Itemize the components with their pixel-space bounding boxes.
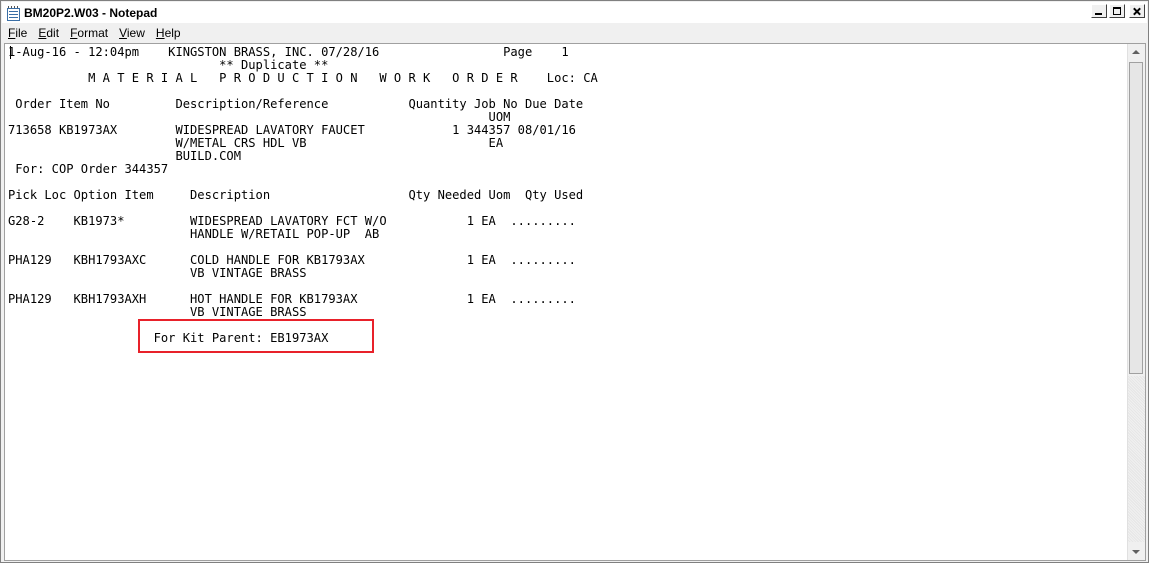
menu-view-accel: V: [119, 25, 127, 40]
menu-edit[interactable]: Edit: [33, 26, 64, 40]
menu-file-label: ile: [15, 25, 28, 40]
notepad-window: BM20P2.W03 - Notepad File Edit Format Vi…: [0, 0, 1149, 563]
scrollbar-track[interactable]: [1128, 376, 1145, 542]
menu-view-label: iew: [126, 25, 145, 40]
menu-edit-label: dit: [46, 25, 60, 40]
menu-bar: File Edit Format View Help: [2, 23, 1147, 42]
notepad-app-icon[interactable]: [6, 5, 20, 21]
window-controls: [1091, 4, 1145, 18]
title-bar[interactable]: BM20P2.W03 - Notepad: [2, 2, 1147, 23]
menu-format-label: ormat: [77, 25, 109, 40]
pick-item-1-line-2: HANDLE W/RETAIL POP-UP AB: [8, 227, 380, 241]
menu-view[interactable]: View: [114, 26, 150, 40]
close-button[interactable]: [1129, 4, 1145, 18]
pick-item-3-line-2: VB VINTAGE BRASS: [8, 305, 307, 319]
text-editor[interactable]: 1-Aug-16 - 12:04pm KINGSTON BRASS, INC. …: [4, 43, 1146, 561]
scrollbar-thumb[interactable]: [1129, 62, 1143, 374]
vertical-scrollbar[interactable]: [1127, 44, 1145, 560]
order-for-line: For: COP Order 344357: [8, 162, 169, 176]
minimize-button[interactable]: [1091, 4, 1107, 18]
scroll-up-arrow-icon[interactable]: [1128, 44, 1145, 61]
maximize-button[interactable]: [1109, 4, 1125, 18]
menu-format[interactable]: Format: [65, 26, 113, 40]
header-line-3: M A T E R I A L P R O D U C T I O N W O …: [8, 71, 598, 85]
menu-help-accel: H: [155, 25, 165, 40]
pick-item-2-line-2: VB VINTAGE BRASS: [8, 266, 307, 280]
menu-help[interactable]: Help: [151, 26, 186, 40]
menu-help-label: elp: [164, 25, 181, 40]
scroll-down-arrow-icon[interactable]: [1128, 543, 1145, 560]
kit-parent-highlight-box: [138, 319, 374, 353]
menu-file[interactable]: File: [3, 26, 32, 40]
document-text[interactable]: 1-Aug-16 - 12:04pm KINGSTON BRASS, INC. …: [8, 44, 1126, 559]
pick-column-header: Pick Loc Option Item Description Qty Nee…: [8, 188, 584, 202]
window-title: BM20P2.W03 - Notepad: [24, 5, 158, 20]
